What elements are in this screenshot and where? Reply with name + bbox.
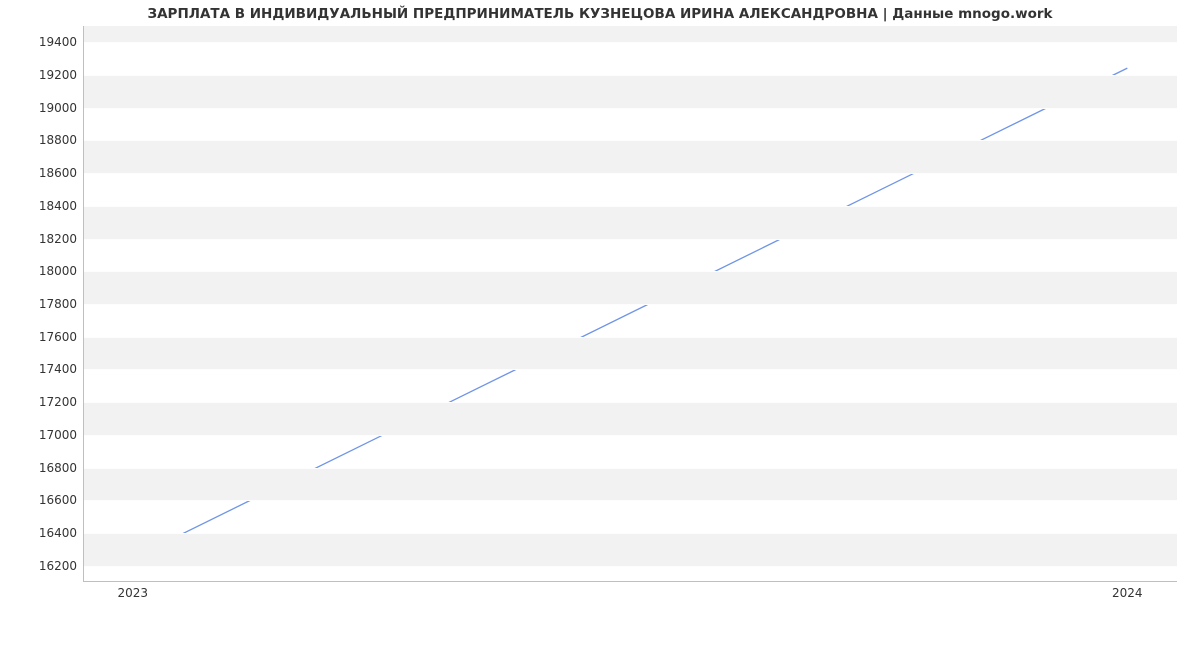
y-tick-label: 19000 bbox=[17, 101, 77, 115]
x-tick-label: 2023 bbox=[117, 586, 148, 600]
y-tick-label: 18600 bbox=[17, 166, 77, 180]
grid-line bbox=[84, 140, 1177, 141]
grid-band bbox=[84, 271, 1177, 304]
grid-line bbox=[84, 337, 1177, 338]
y-tick-label: 17200 bbox=[17, 395, 77, 409]
chart-title: ЗАРПЛАТА В ИНДИВИДУАЛЬНЫЙ ПРЕДПРИНИМАТЕЛ… bbox=[0, 6, 1200, 22]
grid-band bbox=[84, 533, 1177, 566]
y-tick-label: 18200 bbox=[17, 232, 77, 246]
y-tick-label: 16200 bbox=[17, 559, 77, 573]
grid-line bbox=[84, 468, 1177, 469]
y-tick-label: 18800 bbox=[17, 133, 77, 147]
chart-container: ЗАРПЛАТА В ИНДИВИДУАЛЬНЫЙ ПРЕДПРИНИМАТЕЛ… bbox=[0, 0, 1200, 650]
y-tick-label: 19400 bbox=[17, 35, 77, 49]
plot-area bbox=[83, 26, 1177, 582]
grid-line bbox=[84, 206, 1177, 207]
grid-line bbox=[84, 304, 1177, 305]
grid-line bbox=[84, 369, 1177, 370]
y-tick-label: 17000 bbox=[17, 428, 77, 442]
x-tick-label: 2024 bbox=[1112, 586, 1143, 600]
grid-line bbox=[84, 75, 1177, 76]
grid-band bbox=[84, 206, 1177, 239]
grid-line bbox=[84, 42, 1177, 43]
y-tick-label: 19200 bbox=[17, 68, 77, 82]
grid-band bbox=[84, 468, 1177, 501]
grid-band bbox=[84, 402, 1177, 435]
y-tick-label: 16800 bbox=[17, 461, 77, 475]
grid-band bbox=[84, 337, 1177, 370]
y-tick-label: 16400 bbox=[17, 526, 77, 540]
grid-line bbox=[84, 500, 1177, 501]
grid-band bbox=[84, 140, 1177, 173]
grid-band bbox=[84, 26, 1177, 42]
grid-line bbox=[84, 435, 1177, 436]
y-tick-label: 18000 bbox=[17, 264, 77, 278]
grid-line bbox=[84, 173, 1177, 174]
grid-band bbox=[84, 75, 1177, 108]
grid-line bbox=[84, 239, 1177, 240]
y-tick-label: 17600 bbox=[17, 330, 77, 344]
y-tick-label: 16600 bbox=[17, 493, 77, 507]
y-tick-label: 18400 bbox=[17, 199, 77, 213]
y-tick-label: 17400 bbox=[17, 362, 77, 376]
grid-line bbox=[84, 533, 1177, 534]
grid-line bbox=[84, 402, 1177, 403]
grid-line bbox=[84, 271, 1177, 272]
grid-line bbox=[84, 566, 1177, 567]
grid-line bbox=[84, 108, 1177, 109]
y-tick-label: 17800 bbox=[17, 297, 77, 311]
